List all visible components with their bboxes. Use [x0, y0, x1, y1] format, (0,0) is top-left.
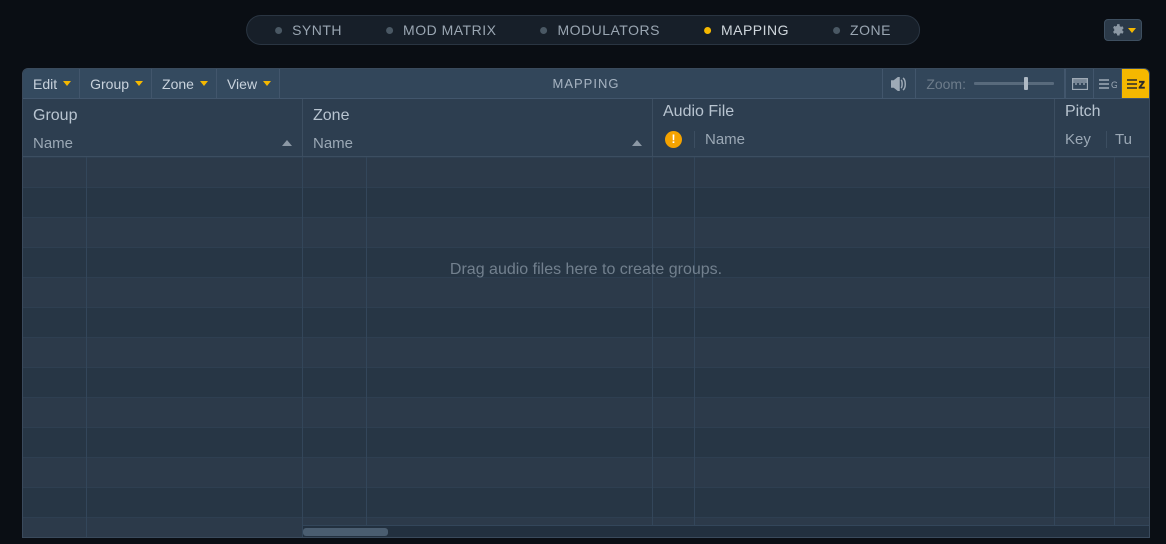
header-audio-file-label: Audio File: [663, 103, 734, 121]
header-pitch-tune[interactable]: Tu: [1107, 131, 1132, 148]
mapping-panel: Edit Group Zone View MAPPING Z: [22, 68, 1150, 538]
gear-icon: [1110, 23, 1124, 37]
header-audio-file[interactable]: Audio File ! Name: [653, 99, 1055, 157]
sort-ascending-icon: [632, 140, 642, 146]
sort-ascending-icon: [282, 140, 292, 146]
horizontal-scrollbar-thumb[interactable]: [303, 528, 388, 536]
settings-button[interactable]: [1104, 19, 1142, 41]
tab-modulators[interactable]: MODULATORS: [518, 16, 682, 44]
tab-synth-label: SYNTH: [292, 22, 342, 38]
keymap-icon: [1072, 78, 1088, 90]
svg-text:G: G: [1111, 80, 1117, 90]
mapping-toolbar: Edit Group Zone View MAPPING Z: [23, 69, 1149, 99]
pill-tab-row: SYNTH MOD MATRIX MODULATORS MAPPING ZONE: [246, 15, 920, 45]
tab-dot-icon: [540, 27, 547, 34]
zoom-slider-track[interactable]: [974, 82, 1054, 85]
tab-mod-matrix[interactable]: MOD MATRIX: [364, 16, 518, 44]
view-mode-keymap[interactable]: [1065, 69, 1093, 98]
chevron-down-icon: [63, 81, 71, 86]
zone-menu[interactable]: Zone: [152, 69, 217, 98]
row-gridlines: [23, 157, 1149, 537]
warning-icon: !: [665, 131, 682, 148]
header-group-name-label: Name: [33, 135, 73, 152]
group-menu-label: Group: [90, 76, 129, 92]
speaker-icon: [891, 77, 907, 91]
chevron-down-icon: [1128, 28, 1136, 33]
chevron-down-icon: [200, 81, 208, 86]
zone-list-body[interactable]: Drag audio files here to create groups.: [23, 157, 1149, 537]
zoom-slider-knob[interactable]: [1024, 77, 1028, 90]
header-audio-file-name-label: Name: [705, 131, 745, 148]
chevron-down-icon: [263, 81, 271, 86]
tab-zone[interactable]: ZONE: [811, 16, 913, 44]
view-mode-zone-list[interactable]: Z: [1121, 69, 1149, 98]
header-pitch-key-label: Key: [1065, 131, 1091, 148]
header-pitch[interactable]: Pitch Key Tu: [1055, 99, 1150, 157]
tab-dot-icon: [275, 27, 282, 34]
header-zone-label: Zone: [313, 107, 349, 125]
header-zone[interactable]: Zone Name: [303, 99, 653, 157]
audition-button[interactable]: [882, 69, 916, 98]
edit-menu-label: Edit: [33, 76, 57, 92]
tab-mod-matrix-label: MOD MATRIX: [403, 22, 496, 38]
zoom-label: Zoom:: [926, 76, 966, 92]
tab-dot-icon: [704, 27, 711, 34]
drop-hint-text: Drag audio files here to create groups.: [23, 261, 1149, 279]
view-menu-label: View: [227, 76, 257, 92]
tab-dot-icon: [386, 27, 393, 34]
header-pitch-key[interactable]: Key: [1055, 131, 1107, 148]
header-pitch-label: Pitch: [1065, 103, 1101, 121]
edit-menu[interactable]: Edit: [23, 69, 80, 98]
view-mode-group-list[interactable]: G: [1093, 69, 1121, 98]
chevron-down-icon: [135, 81, 143, 86]
zone-menu-label: Zone: [162, 76, 194, 92]
group-menu[interactable]: Group: [80, 69, 152, 98]
header-zone-name-label: Name: [313, 135, 353, 152]
tab-zone-label: ZONE: [850, 22, 891, 38]
header-pitch-tune-label: Tu: [1115, 131, 1132, 148]
header-audio-file-status[interactable]: !: [653, 131, 695, 148]
header-group-label: Group: [33, 107, 77, 125]
header-group[interactable]: Group Name: [23, 99, 303, 157]
top-tab-bar: SYNTH MOD MATRIX MODULATORS MAPPING ZONE: [0, 8, 1166, 52]
tab-mapping[interactable]: MAPPING: [682, 16, 811, 44]
view-menu[interactable]: View: [217, 69, 280, 98]
column-headers: Group Name Zone Name Audio File !: [23, 99, 1149, 157]
tab-mapping-label: MAPPING: [721, 22, 789, 38]
tab-dot-icon: [833, 27, 840, 34]
tab-synth[interactable]: SYNTH: [253, 16, 364, 44]
zone-list-icon: Z: [1127, 78, 1145, 90]
zoom-control[interactable]: Zoom:: [916, 69, 1065, 98]
header-audio-file-name[interactable]: Name: [695, 131, 1034, 148]
svg-text:Z: Z: [1139, 80, 1145, 90]
horizontal-scrollbar[interactable]: [303, 525, 1149, 537]
tab-modulators-label: MODULATORS: [557, 22, 660, 38]
group-list-icon: G: [1099, 78, 1117, 90]
